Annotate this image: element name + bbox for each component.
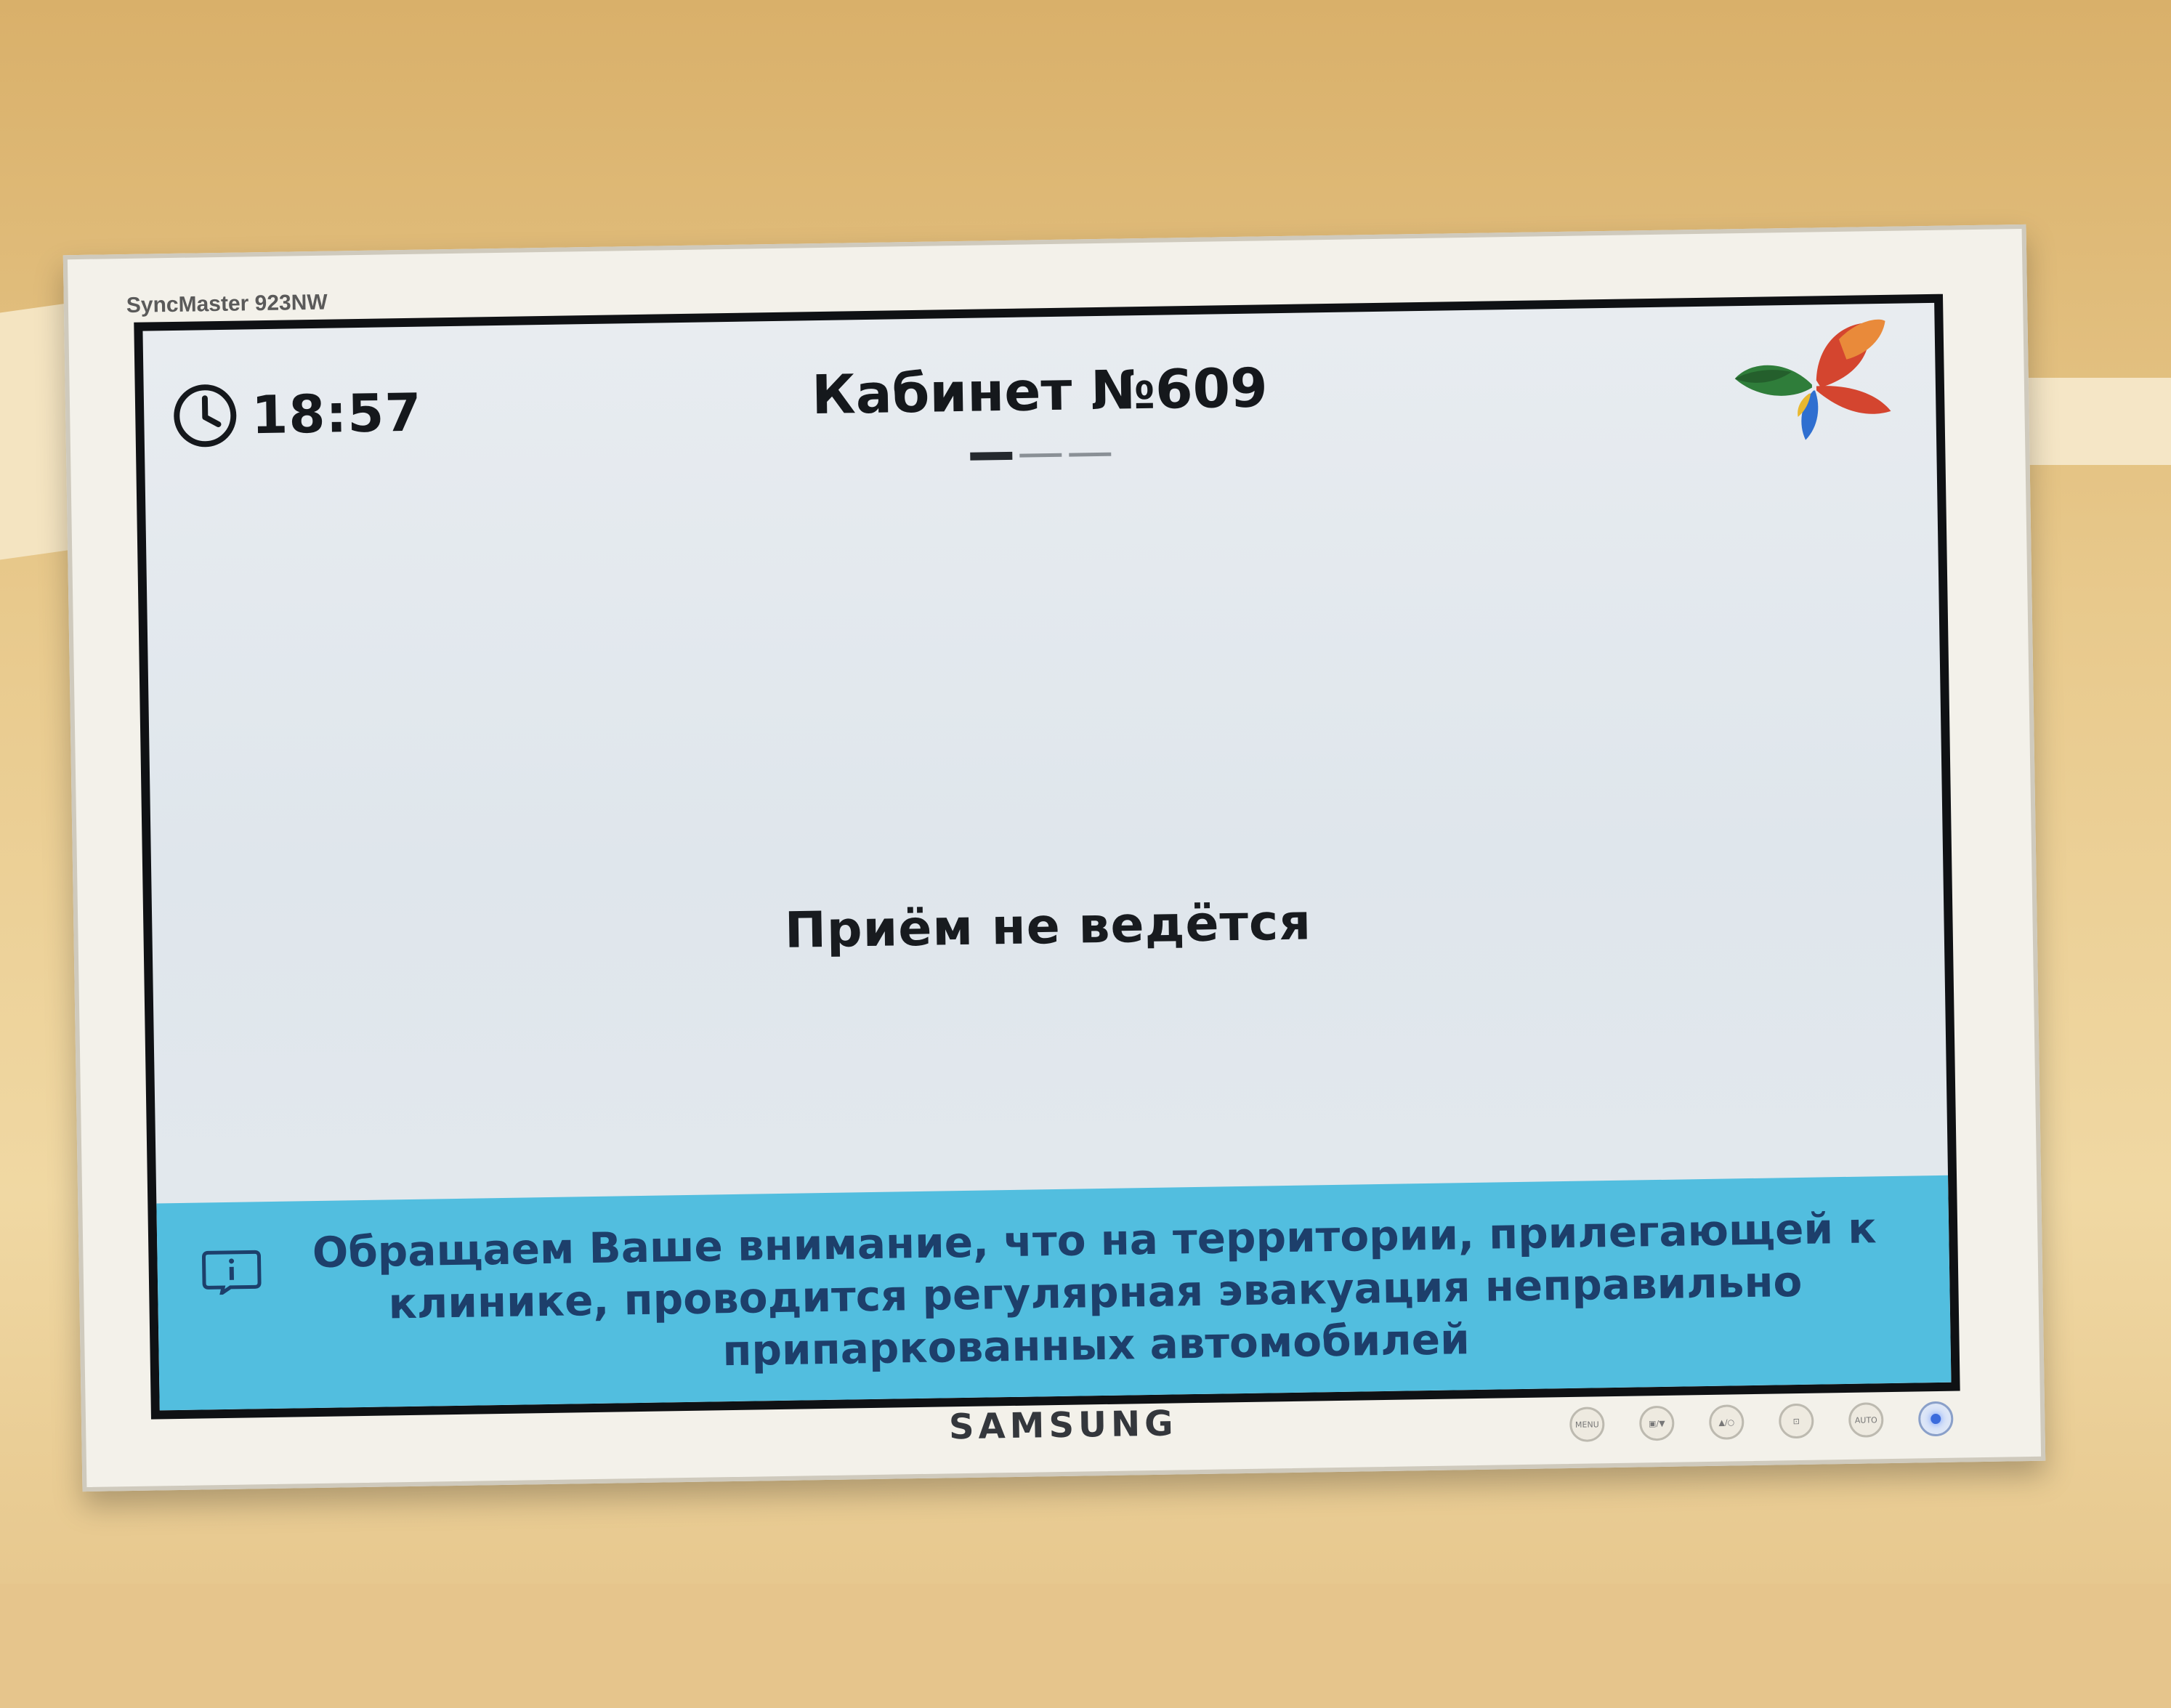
auto-button[interactable]: AUTO [1848, 1402, 1884, 1438]
page-indicator-dot [1069, 452, 1112, 457]
power-button[interactable] [1917, 1401, 1954, 1437]
monitor-screen: 18:57 Кабинет №609 Приём не ведётся Обра… [134, 294, 1960, 1420]
brightness-up-button[interactable]: ▲/○ [1708, 1404, 1745, 1440]
monitor-model-label: SyncMaster 923NW [126, 290, 328, 317]
monitor-hardware-buttons: MENU ▣/▼ ▲/○ ⊡ AUTO [1569, 1401, 1954, 1442]
room-title: Кабинет №609 [811, 357, 1269, 427]
monitor: SyncMaster 923NW 18:57 Кабинет №609 Приё… [62, 224, 2046, 1492]
brightness-down-button[interactable]: ▣/▼ [1638, 1405, 1675, 1441]
power-led-icon [1931, 1413, 1941, 1425]
menu-button[interactable]: MENU [1569, 1407, 1605, 1442]
wall-trim [0, 1584, 2171, 1708]
status-message: Приём не ведётся [784, 894, 1312, 960]
info-icon [201, 1249, 262, 1298]
notice-banner: Обращаем Ваше внимание, что на территори… [156, 1175, 1952, 1411]
clinic-logo [1729, 317, 1899, 453]
source-button[interactable]: ⊡ [1778, 1403, 1814, 1439]
queue-display: 18:57 Кабинет №609 Приём не ведётся Обра… [142, 302, 1952, 1411]
notice-text: Обращаем Ваше внимание, что на территори… [312, 1202, 1877, 1375]
page-indicator [970, 451, 1112, 461]
page-indicator-dot-active [970, 451, 1013, 461]
page-indicator-dot [1019, 453, 1062, 458]
